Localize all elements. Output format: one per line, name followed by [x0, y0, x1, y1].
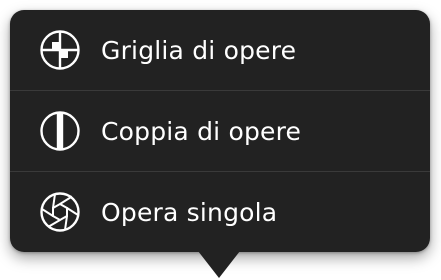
aperture-icon	[39, 191, 81, 233]
popover-arrow	[198, 251, 240, 278]
menu-item-label: Opera singola	[101, 197, 278, 227]
split-pair-icon	[39, 110, 81, 152]
grid-icon	[39, 29, 81, 71]
popover-menu: Griglia di opere Coppia di opere Opera s…	[10, 10, 430, 252]
menu-item-single[interactable]: Opera singola	[10, 172, 430, 252]
menu-item-grid[interactable]: Griglia di opere	[10, 10, 430, 90]
menu-item-label: Griglia di opere	[101, 35, 297, 65]
menu-item-pair[interactable]: Coppia di opere	[10, 91, 430, 171]
menu-item-label: Coppia di opere	[101, 116, 302, 146]
stage: Griglia di opere Coppia di opere Opera s…	[0, 0, 441, 280]
